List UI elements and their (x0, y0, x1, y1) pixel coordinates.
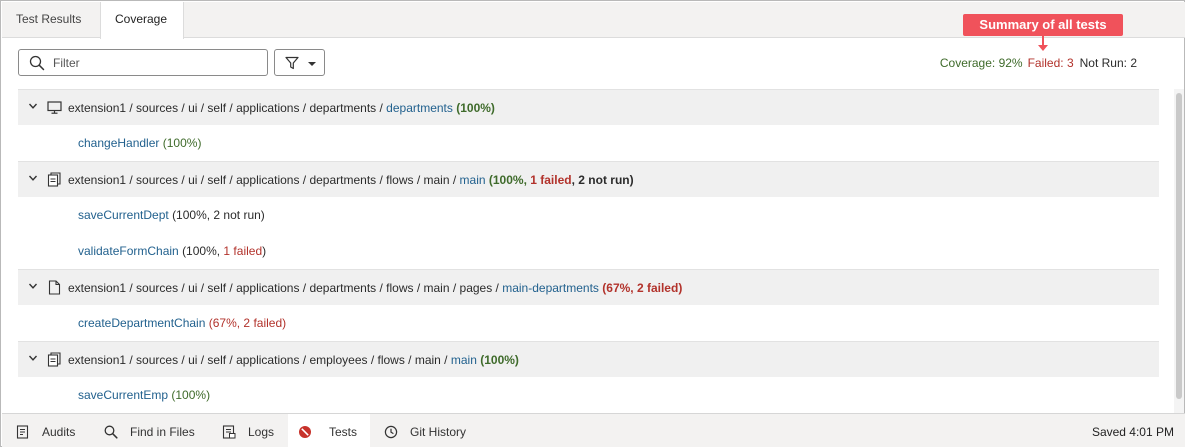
group-row[interactable]: extension1 / sources / ui / self / appli… (18, 269, 1159, 305)
list-item: saveCurrentDept (100%, 2 not run) (18, 197, 1159, 233)
coverage-panel: Test Results Coverage Summary of all tes… (0, 0, 1185, 447)
bottom-tab-label: Tests (329, 425, 358, 439)
chevron-down-icon[interactable] (28, 173, 38, 183)
path-link[interactable]: main-departments (502, 281, 599, 295)
summary-callout: Summary of all tests (963, 14, 1123, 36)
group-stats-coverage: (100%, (488, 173, 531, 187)
logs-icon (222, 425, 236, 439)
bottom-panel-tabs: Audits Find in Files Logs Tests Git Hist… (2, 413, 1185, 447)
group-stats-failed: 1 failed (530, 173, 572, 187)
test-stats: (100%, 2 not run) (172, 208, 265, 222)
bottom-tab-tests[interactable]: Tests (288, 414, 370, 447)
test-stats: (100%) (171, 388, 211, 402)
group-path: extension1 / sources / ui / self / appli… (68, 353, 519, 367)
filter-menu-button[interactable] (274, 49, 325, 76)
group-row[interactable]: extension1 / sources / ui / self / appli… (18, 89, 1159, 125)
bottom-tab-find-in-files[interactable]: Find in Files (104, 414, 214, 447)
group-row[interactable]: extension1 / sources / ui / self / appli… (18, 161, 1159, 197)
filter-field[interactable] (18, 49, 268, 76)
page-document-icon (48, 280, 61, 295)
tab-coverage[interactable]: Coverage (100, 2, 184, 39)
flow-document-icon (47, 172, 61, 187)
failed-summary[interactable]: Failed: 3 (1028, 56, 1074, 70)
history-icon (384, 425, 398, 439)
tests-error-icon (299, 426, 311, 438)
test-stats-failed: 1 failed (223, 244, 263, 258)
group-path: extension1 / sources / ui / self / appli… (68, 281, 682, 295)
bottom-tab-logs[interactable]: Logs (222, 414, 282, 447)
test-link[interactable]: validateFormChain (78, 244, 179, 258)
test-stats: (100%) (162, 136, 202, 150)
coverage-list[interactable]: extension1 / sources / ui / self / appli… (2, 89, 1185, 413)
scrollbar-thumb[interactable] (1176, 93, 1182, 399)
test-link[interactable]: changeHandler (78, 136, 159, 150)
path-link[interactable]: departments (386, 101, 453, 115)
coverage-summary: Coverage: 92% (939, 56, 1023, 70)
group-stats-notrun: , 2 not run) (571, 173, 634, 187)
bottom-tab-label: Find in Files (130, 425, 195, 439)
path-text: extension1 / sources / ui / self / appli… (68, 173, 460, 187)
filter-input[interactable] (53, 54, 253, 72)
path-text: extension1 / sources / ui / self / appli… (68, 353, 451, 367)
path-link[interactable]: main (451, 353, 477, 367)
bottom-tab-label: Logs (248, 425, 275, 439)
path-link[interactable]: main (460, 173, 486, 187)
chevron-down-icon[interactable] (28, 353, 38, 363)
audit-icon (16, 425, 29, 439)
test-link[interactable]: saveCurrentDept (78, 208, 169, 222)
test-link[interactable]: createDepartmentChain (78, 316, 205, 330)
path-text: extension1 / sources / ui / self / appli… (68, 281, 503, 295)
path-text: extension1 / sources / ui / self / appli… (68, 101, 387, 115)
group-stats: (100%) (456, 101, 495, 115)
group-path: extension1 / sources / ui / self / appli… (68, 173, 634, 187)
list-item: changeHandler (100%) (18, 125, 1159, 161)
callout-arrow-icon (1038, 45, 1048, 51)
bottom-tab-label: Audits (42, 425, 76, 439)
flow-document-icon (47, 352, 61, 367)
search-icon (29, 55, 45, 71)
test-link[interactable]: saveCurrentEmp (78, 388, 168, 402)
test-stats: (67%, 2 failed) (208, 316, 287, 330)
chevron-down-icon[interactable] (28, 101, 38, 111)
group-path: extension1 / sources / ui / self / appli… (68, 101, 495, 115)
group-row[interactable]: extension1 / sources / ui / self / appli… (18, 341, 1159, 377)
test-stats-post: ) (262, 244, 267, 258)
chevron-down-icon[interactable] (28, 281, 38, 291)
bottom-tab-audits[interactable]: Audits (16, 414, 96, 447)
tab-test-results[interactable]: Test Results (2, 2, 99, 38)
not-run-summary: Not Run: 2 (1079, 56, 1137, 70)
search-icon (104, 425, 118, 439)
save-status: Saved 4:01 PM (1091, 425, 1174, 439)
test-stats-pre: (100%, (182, 244, 224, 258)
group-stats: (100%) (480, 353, 519, 367)
monitor-icon (47, 101, 62, 114)
group-stats: (67%, 2 failed) (602, 281, 683, 295)
list-item: validateFormChain (100%, 1 failed) (18, 233, 1159, 269)
bottom-tab-label: Git History (410, 425, 467, 439)
test-summary: Coverage: 92% Failed: 3 Not Run: 2 (940, 56, 1137, 70)
chevron-down-icon (308, 62, 316, 66)
list-item: saveCurrentEmp (100%) (18, 377, 1159, 413)
list-item: createDepartmentChain (67%, 2 failed) (18, 305, 1159, 341)
bottom-tab-git-history[interactable]: Git History (384, 414, 484, 447)
funnel-icon (285, 56, 299, 70)
